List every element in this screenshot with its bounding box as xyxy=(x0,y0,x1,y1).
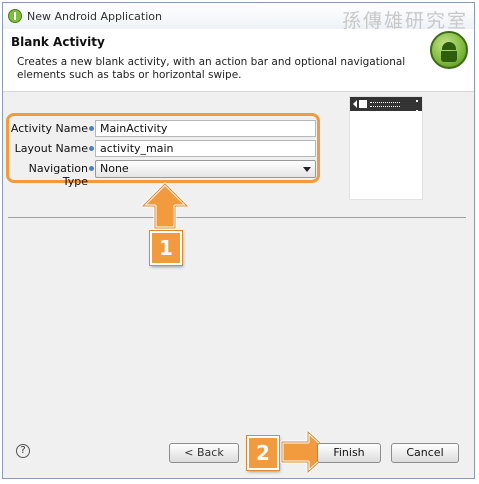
chevron-down-icon xyxy=(303,167,311,172)
back-button[interactable]: < Back xyxy=(169,443,239,463)
back-arrow-icon xyxy=(353,100,357,108)
info-icon xyxy=(89,166,94,171)
android-app-icon xyxy=(8,9,22,23)
help-icon[interactable]: ? xyxy=(16,444,30,458)
title-placeholder-icon xyxy=(370,102,400,107)
android-logo-icon xyxy=(430,31,468,69)
cancel-button[interactable]: Cancel xyxy=(391,443,459,463)
finish-button[interactable]: Finish xyxy=(317,443,381,463)
divider xyxy=(8,217,466,218)
navigation-type-select[interactable]: None xyxy=(95,160,316,178)
window-title: New Android Application xyxy=(27,10,162,23)
step-1-badge: 1 xyxy=(150,231,182,265)
navigation-type-label: Navigation Type xyxy=(28,162,88,188)
activity-name-label: Activity Name xyxy=(10,122,88,135)
overflow-menu-icon xyxy=(416,100,418,112)
annotation-arrow-up-icon xyxy=(141,182,189,230)
wizard-window: New Android Application 孫傳雄研究室 Blank Act… xyxy=(2,2,475,479)
layout-name-field[interactable]: activity_main xyxy=(95,140,316,157)
preview-action-bar xyxy=(350,97,422,112)
info-icon xyxy=(89,126,94,131)
title-bar: New Android Application 孫傳雄研究室 xyxy=(3,3,474,32)
step-2-badge: 2 xyxy=(247,436,279,470)
activity-name-field[interactable]: MainActivity xyxy=(95,120,316,137)
info-icon xyxy=(89,146,94,151)
navigation-type-value: None xyxy=(100,162,129,175)
wizard-header: Blank Activity Creates a new blank activ… xyxy=(3,29,474,92)
layout-name-label: Layout Name xyxy=(14,142,88,155)
app-icon xyxy=(359,100,367,108)
page-description: Creates a new blank activity, with an ac… xyxy=(17,56,406,81)
layout-preview xyxy=(349,96,423,200)
page-title: Blank Activity xyxy=(11,35,105,49)
